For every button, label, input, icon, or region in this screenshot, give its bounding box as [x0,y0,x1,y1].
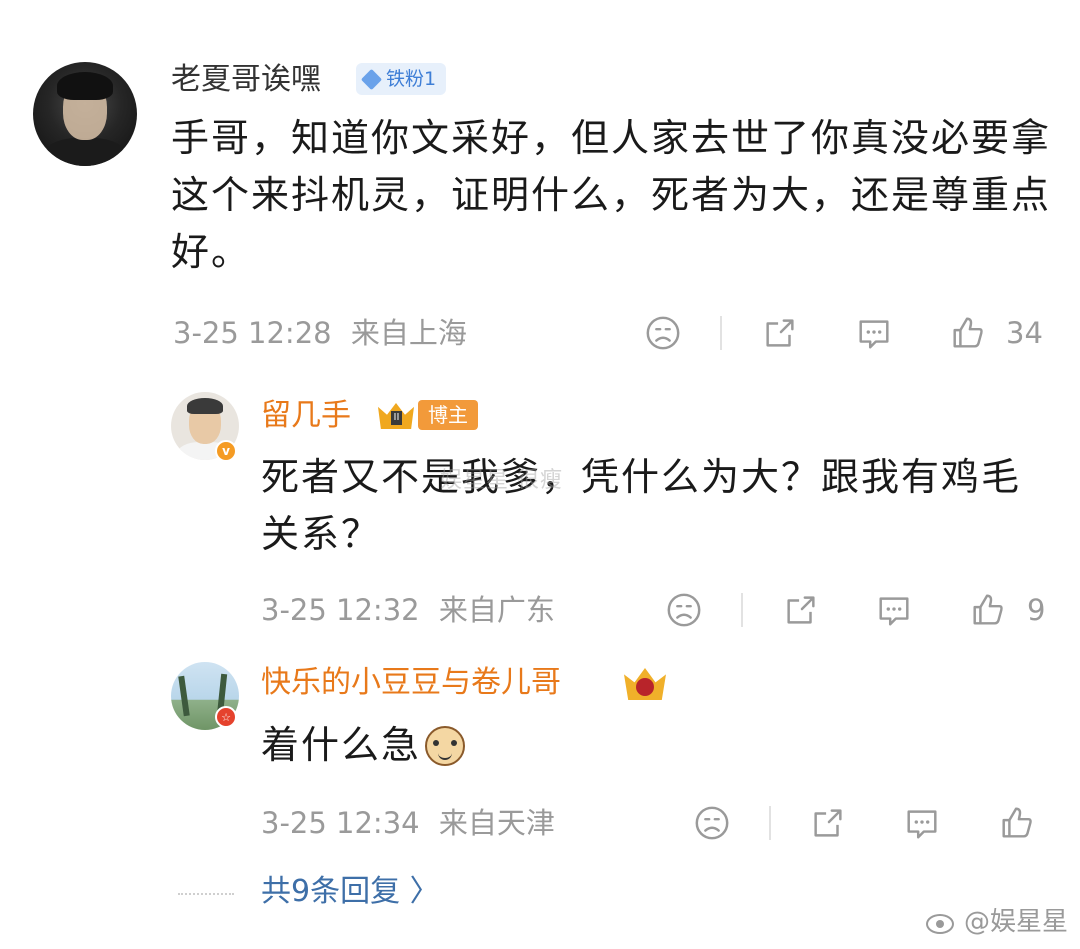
fan-badge[interactable]: 铁粉1 [356,63,447,95]
comment-time: 3-25 12:28 [173,316,332,350]
thread-connector [178,893,234,895]
main-comment-meta: 3-25 12:28 来自上海 [173,313,467,353]
like-count: 34 [1006,316,1043,350]
reply-host-text: 死者又不是我爹，凭什么为大？跟我有鸡毛关系？ [261,455,1022,556]
verified-badge: ☆ [215,706,237,728]
like-thumb-icon[interactable] [966,588,1010,632]
cat-emoji-icon [425,725,466,766]
host-badge[interactable]: II 博主 [376,399,478,431]
palm-tree [178,675,190,717]
reply-user-text-row: 着什么急 [261,717,1051,774]
diamond-icon [360,68,383,90]
reply-host-meta: 3-25 12:32 来自广东 [261,590,555,630]
share-icon[interactable] [758,311,802,355]
reply-user-name[interactable]: 快乐的小豆豆与卷儿哥 [261,663,561,703]
comment-time: 3-25 12:34 [261,806,420,840]
main-commenter-name[interactable]: 老夏哥诶嘿 [171,60,321,100]
avatar-main-commenter[interactable] [33,62,137,166]
footer-watermark-text: @娱星星 [963,907,1068,937]
footer-watermark: @娱星星 [924,904,1068,940]
action-divider [741,593,743,627]
dislike-face-icon[interactable] [662,588,706,632]
verified-badge: v [215,440,237,462]
like-count: 9 [1027,593,1046,627]
action-divider [720,316,722,350]
action-divider [769,806,771,840]
comment-location: 来自上海 [350,316,467,350]
like-thumb-icon[interactable] [995,801,1039,845]
comment-location: 来自广东 [438,593,555,627]
reply-user-meta: 3-25 12:34 来自天津 [261,803,555,843]
comment-icon[interactable] [852,311,896,355]
comment-location: 来自天津 [438,806,555,840]
comment-icon[interactable] [900,801,944,845]
comment-icon[interactable] [872,588,916,632]
reply-host-name[interactable]: 留几手 [261,396,351,436]
crown-icon[interactable] [622,664,668,702]
avatar-hair [57,72,113,100]
crown-level: II [391,411,402,425]
inline-watermark: 娱星星 很瘦 [440,468,563,493]
avatar-hair [187,398,223,414]
avatar-shirt [45,138,125,166]
more-replies-link[interactable]: 共9条回复 〉 [261,870,440,914]
weibo-logo-icon [924,908,958,936]
fan-badge-label: 铁粉1 [386,68,437,90]
share-icon[interactable] [806,801,850,845]
main-comment-text: 手哥，知道你文采好，但人家去世了你真没必要拿这个来抖机灵，证明什么，死者为大，还… [171,116,1052,274]
dislike-face-icon[interactable] [641,311,685,355]
crown-icon: II [376,399,416,431]
dislike-face-icon[interactable] [690,801,734,845]
share-icon[interactable] [779,588,823,632]
comment-time: 3-25 12:32 [261,593,420,627]
reply-user-text: 着什么急 [261,723,422,767]
like-thumb-icon[interactable] [946,311,990,355]
host-label: 博主 [418,400,478,430]
